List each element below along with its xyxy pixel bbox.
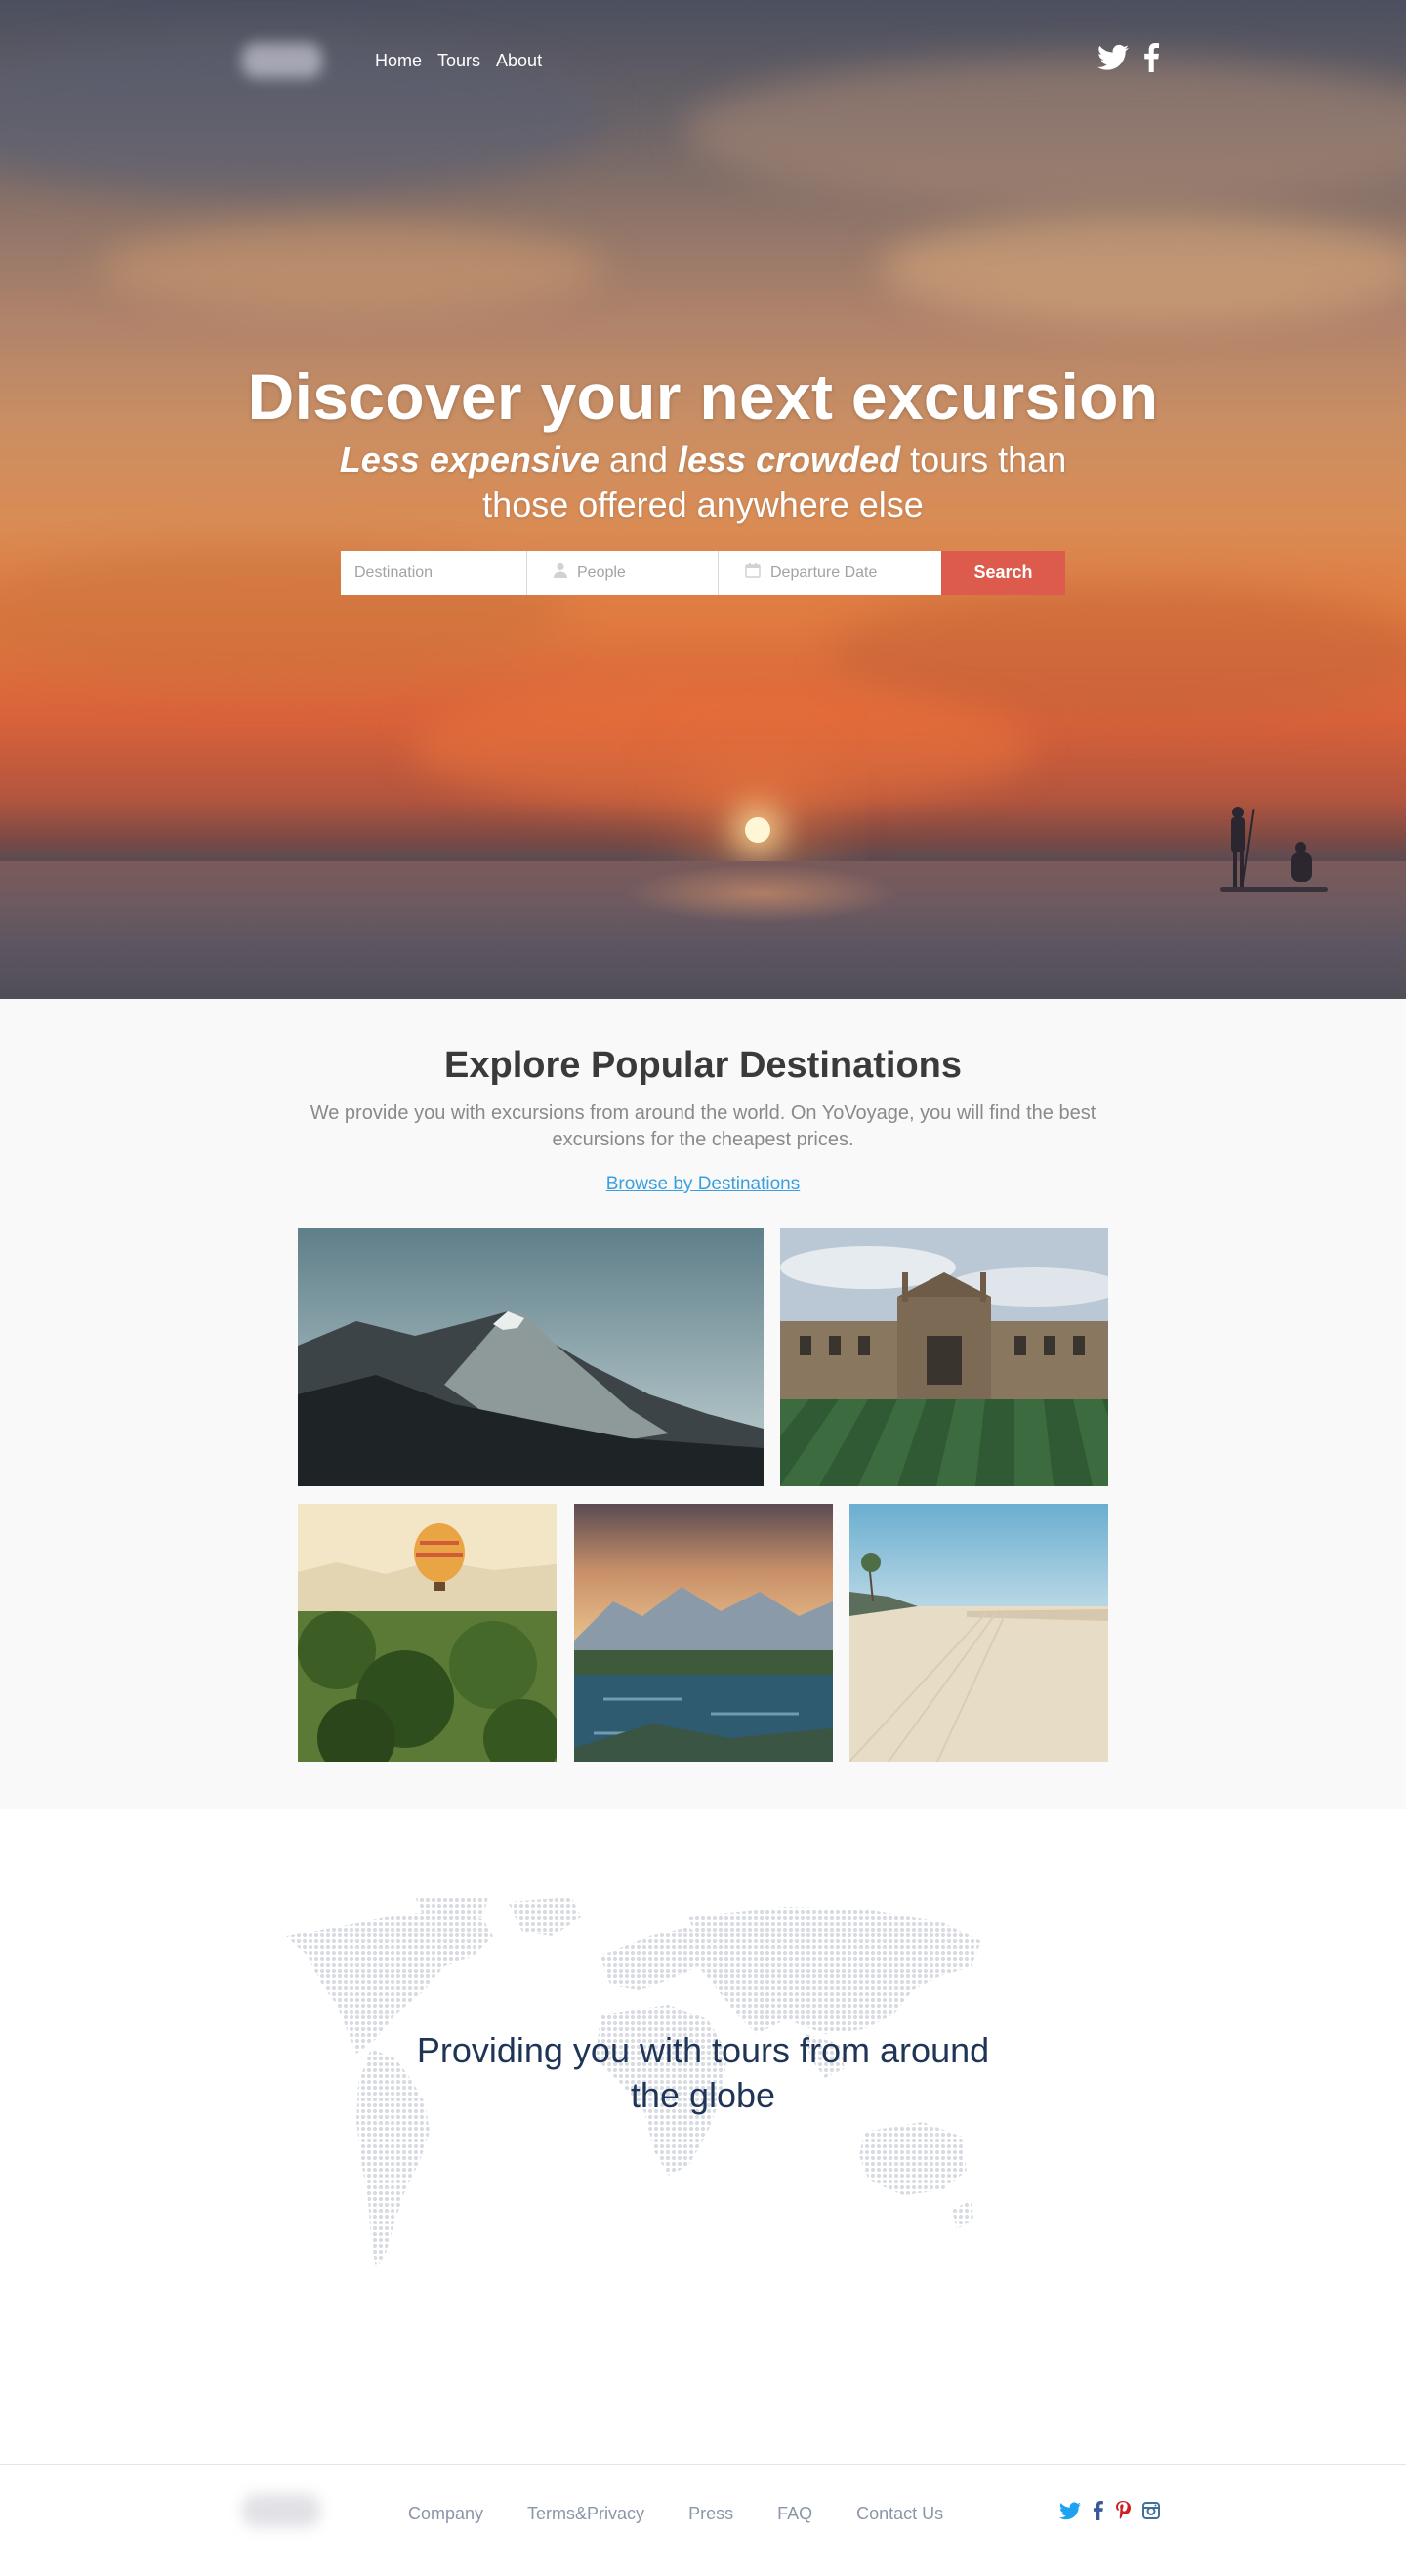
instagram-icon[interactable] [1142, 2502, 1160, 2519]
cloud [98, 225, 605, 312]
globe-heading: Providing you with tours from around the… [416, 2030, 990, 2115]
nav-tours[interactable]: Tours [437, 51, 480, 71]
destination-tile-college[interactable] [780, 1228, 1108, 1486]
hero-subtitle: Less expensive and less crowded tours th… [293, 437, 1113, 527]
twitter-icon[interactable] [1059, 2501, 1081, 2520]
footer-logo[interactable] [242, 2494, 320, 2527]
subtitle-text: and [599, 439, 679, 479]
lake-photo [574, 1504, 833, 1762]
section-title: Explore Popular Destinations [444, 1045, 962, 1086]
cloud [410, 684, 1035, 810]
facebook-icon[interactable] [1142, 43, 1160, 72]
destination-tile-lake[interactable] [574, 1504, 833, 1762]
section-description: We provide you with excursions from arou… [310, 1102, 1096, 1150]
footer-social [1059, 2501, 1160, 2520]
subtitle-emphasis: less crowded [678, 439, 901, 479]
footer-link-press[interactable]: Press [688, 2504, 733, 2524]
destination-tile-mountain[interactable] [298, 1228, 764, 1486]
sea-reflection [625, 864, 898, 923]
footer-link-contact[interactable]: Contact Us [856, 2504, 943, 2524]
balloon-photo [298, 1504, 557, 1762]
footer: Company Terms&Privacy Press FAQ Contact … [0, 2464, 1406, 2576]
twitter-icon[interactable] [1097, 44, 1129, 71]
browse-link-wrap: Browse by Destinations [0, 1174, 1406, 1195]
footer-link-faq[interactable]: FAQ [777, 2504, 812, 2524]
search-form: Destination People Departure Date Search [341, 551, 1065, 595]
destination-tile-balloon[interactable] [298, 1504, 557, 1762]
top-nav: Home Tours About [0, 0, 1406, 122]
beach-photo [849, 1504, 1108, 1762]
pinterest-icon[interactable] [1115, 2501, 1131, 2520]
nav-about[interactable]: About [496, 51, 542, 71]
browse-destinations-link[interactable]: Browse by Destinations [606, 1174, 801, 1194]
facebook-icon[interactable] [1093, 2501, 1103, 2520]
college-photo [780, 1228, 1108, 1486]
subtitle-emphasis: Less expensive [339, 439, 600, 479]
hero-title: Discover your next excursion [247, 360, 1159, 433]
people-placeholder: People [577, 563, 626, 581]
nav-links: Home Tours About [375, 51, 542, 71]
footer-links: Company Terms&Privacy Press FAQ Contact … [408, 2504, 987, 2524]
social-links [1097, 43, 1160, 72]
person-icon [554, 562, 567, 583]
search-button[interactable]: Search [941, 551, 1065, 595]
footer-link-company[interactable]: Company [408, 2504, 483, 2524]
calendar-icon [745, 562, 761, 583]
departure-date-field[interactable]: Departure Date [719, 551, 941, 595]
globe-section: Providing you with tours from around the… [0, 1809, 1406, 2464]
explore-section: Explore Popular Destinations We provide … [0, 999, 1406, 1809]
date-placeholder: Departure Date [770, 563, 878, 581]
sun [745, 817, 770, 843]
destination-placeholder: Destination [354, 563, 434, 581]
logo[interactable] [242, 43, 322, 78]
destination-tile-beach[interactable] [849, 1504, 1108, 1762]
mountain-photo [298, 1228, 764, 1486]
cloud [879, 215, 1406, 322]
people-field[interactable]: People [527, 551, 719, 595]
destination-field[interactable]: Destination [341, 551, 527, 595]
world-map-dots [286, 1897, 981, 2268]
nav-home[interactable]: Home [375, 51, 422, 71]
hero-section: Home Tours About Discover your next excu… [0, 0, 1406, 999]
footer-link-terms[interactable]: Terms&Privacy [527, 2504, 644, 2524]
